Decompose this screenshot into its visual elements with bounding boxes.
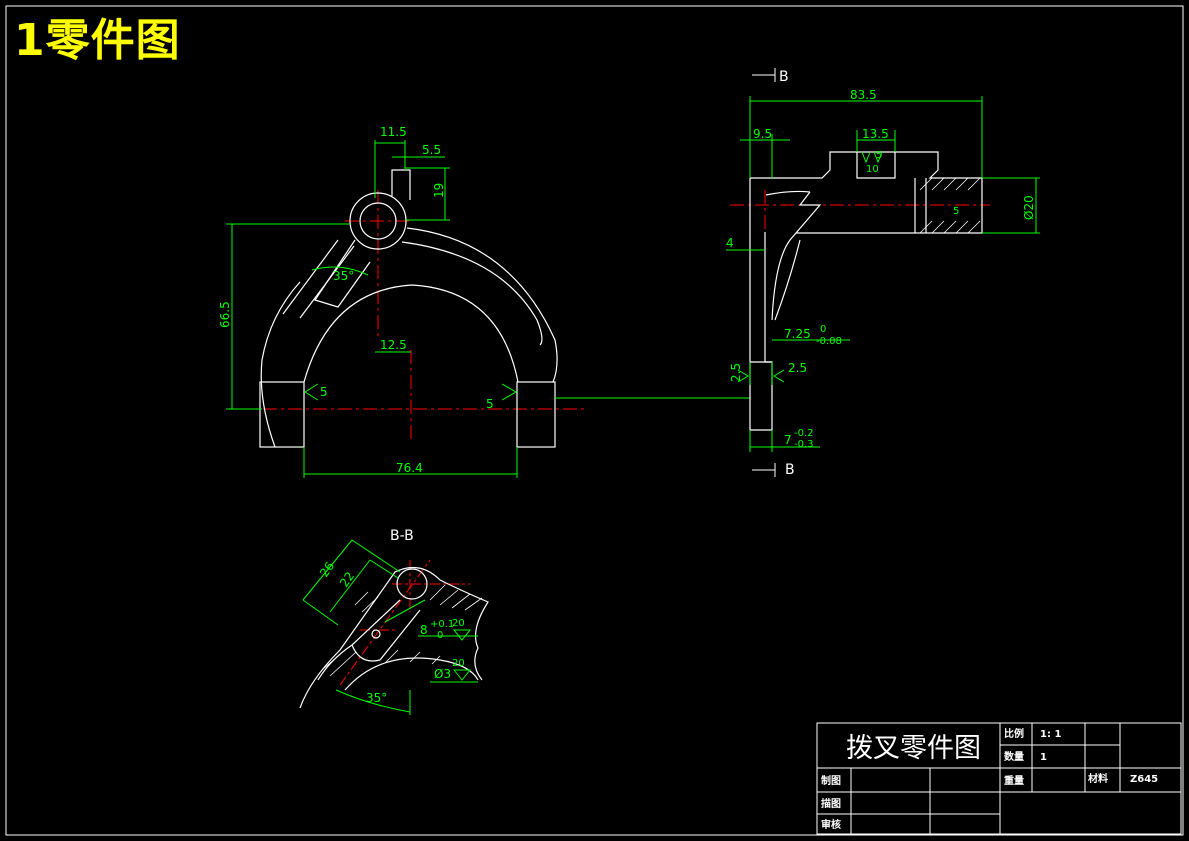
dim-66-5: 66.5 bbox=[218, 301, 232, 328]
material-value: Z645 bbox=[1130, 774, 1158, 785]
dim-35-deg: 35° bbox=[333, 269, 354, 283]
dim-9-5: 9.5 bbox=[753, 127, 772, 141]
roughness-right: 5 bbox=[486, 397, 494, 411]
section-mark-bottom: B bbox=[785, 462, 795, 478]
roughness-left: 5 bbox=[320, 385, 328, 399]
tol-minus-0-3: -0.3 bbox=[794, 439, 814, 450]
qty-value: 1 bbox=[1040, 752, 1047, 763]
side-dim-lines bbox=[726, 96, 1040, 452]
roughness-20-b: 20 bbox=[452, 658, 465, 669]
tol-0: 0 bbox=[820, 324, 826, 335]
dim-2-5-right: 2.5 bbox=[788, 361, 807, 375]
qty-label: 数量 bbox=[1004, 750, 1024, 763]
dim-7-25: 7.25 bbox=[784, 327, 811, 341]
dim-11-5: 11.5 bbox=[380, 125, 407, 139]
drawn-label: 制图 bbox=[821, 774, 841, 787]
dim-7: 7 bbox=[784, 433, 792, 447]
roughness-top-2: 10 bbox=[866, 164, 879, 175]
dim-13-5: 13.5 bbox=[862, 127, 889, 141]
main-view: 11.5 5.5 19 66.5 35° 12.5 76.4 5 5 bbox=[218, 125, 750, 478]
dim-4: 4 bbox=[726, 236, 734, 250]
roughness-bore: 5 bbox=[953, 206, 959, 217]
tol-plus-0-1: +0.1 bbox=[430, 619, 454, 630]
material-label: 材料 bbox=[1088, 772, 1108, 785]
scale-label: 比例 bbox=[1004, 727, 1024, 740]
title-block: 拨叉零件图 比例 1: 1 数量 1 重量 材料 Z645 制图 描图 审核 bbox=[816, 722, 1182, 835]
drawing-border bbox=[5, 5, 1184, 836]
engineering-drawing: 11.5 5.5 19 66.5 35° 12.5 76.4 5 5 B B 8… bbox=[5, 5, 1184, 836]
section-mark-top: B bbox=[779, 69, 789, 85]
checked-label: 审核 bbox=[821, 818, 841, 831]
weight-label: 重量 bbox=[1004, 774, 1024, 787]
title-block-title: 拨叉零件图 bbox=[846, 733, 981, 764]
dim-76-4: 76.4 bbox=[396, 461, 423, 475]
section-view: B-B 26 22 8 +0.1 0 20 20 Ø3 35° bbox=[299, 528, 489, 715]
side-centerlines bbox=[730, 190, 990, 345]
roughness-20-a: 20 bbox=[452, 618, 465, 629]
dim-22: 22 bbox=[337, 569, 357, 590]
dim-12-5: 12.5 bbox=[380, 338, 407, 352]
dim-19: 19 bbox=[432, 183, 446, 198]
fork-outline bbox=[259, 169, 558, 448]
side-outline bbox=[749, 151, 983, 431]
main-centerlines bbox=[238, 190, 585, 440]
dim-35-deg-section: 35° bbox=[366, 691, 387, 705]
dim-83-5: 83.5 bbox=[850, 88, 877, 102]
tol-minus-0-2: -0.2 bbox=[794, 428, 814, 439]
dim-2-5-left: 2.5 bbox=[729, 363, 743, 382]
side-view: B B 83.5 9.5 13.5 5 10 Ø20 5 4 7.25 0 -0… bbox=[726, 68, 1040, 478]
scale-value: 1: 1 bbox=[1040, 729, 1061, 740]
traced-label: 描图 bbox=[821, 797, 841, 810]
section-label: B-B bbox=[390, 528, 414, 544]
roughness-top: 5 bbox=[876, 150, 882, 161]
dim-5-5: 5.5 bbox=[422, 143, 441, 157]
dim-phi-3: Ø3 bbox=[434, 667, 451, 681]
main-dim-lines bbox=[226, 140, 750, 478]
tol-minus-0-08: -0.08 bbox=[816, 336, 842, 347]
dim-phi-20: Ø20 bbox=[1022, 195, 1036, 220]
tol-0-b: 0 bbox=[437, 630, 443, 641]
dim-8: 8 bbox=[420, 623, 428, 637]
